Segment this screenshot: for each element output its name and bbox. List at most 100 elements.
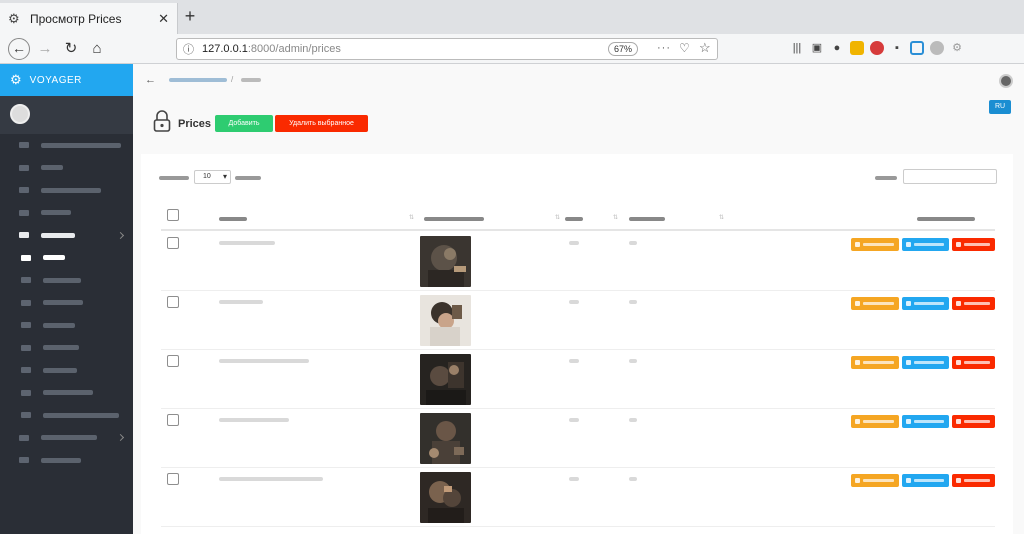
sidebar: ⚙ VOYAGER: [0, 64, 133, 534]
sidebar-toggle-icon[interactable]: ←: [145, 74, 156, 86]
row-checkbox[interactable]: [167, 355, 179, 367]
column-header-image[interactable]: [424, 216, 484, 223]
home-button[interactable]: ⌂: [86, 38, 108, 60]
sidebar-item-contacts[interactable]: [0, 359, 133, 382]
save-icon[interactable]: ▪: [890, 41, 904, 55]
extension-gear-icon[interactable]: ⚙: [950, 41, 964, 55]
column-header-show[interactable]: [629, 216, 665, 223]
back-button[interactable]: ←: [8, 38, 30, 60]
gallery-icon: [21, 344, 31, 351]
add-button[interactable]: Добавить: [215, 115, 273, 132]
sidebar-item-barbershop[interactable]: [0, 224, 133, 247]
row-checkbox[interactable]: [167, 237, 179, 249]
delete-button[interactable]: [952, 238, 995, 251]
trash-icon: [956, 301, 961, 306]
delete-button[interactable]: [952, 415, 995, 428]
sidebar-item-label: [41, 457, 81, 463]
account-icon[interactable]: ●: [830, 41, 844, 55]
voyager-logo-icon: ⚙: [10, 72, 22, 87]
row-checkbox[interactable]: [167, 473, 179, 485]
sidebar-item-users[interactable]: [0, 179, 133, 202]
delete-button[interactable]: [952, 356, 995, 369]
sidebar-item-telegram-settings[interactable]: [0, 404, 133, 427]
delete-selected-button[interactable]: Удалить выбранное: [275, 115, 368, 132]
reload-button[interactable]: ↻: [60, 38, 82, 60]
sidebar-menu: [0, 134, 133, 472]
breadcrumb-separator: /: [231, 75, 234, 84]
sidebar-item-categories[interactable]: [0, 292, 133, 315]
view-button[interactable]: [851, 474, 899, 487]
delete-button[interactable]: [952, 474, 995, 487]
sidebar-item-dashboard[interactable]: [0, 134, 133, 157]
sidebar-icon[interactable]: ▣: [810, 41, 824, 55]
sidebar-item-media[interactable]: [0, 202, 133, 225]
view-button[interactable]: [851, 356, 899, 369]
sidebar-item-settings[interactable]: [0, 449, 133, 472]
delete-button[interactable]: [952, 297, 995, 310]
sort-icon[interactable]: ⇅: [409, 214, 414, 221]
close-tab-icon[interactable]: ✕: [158, 11, 169, 27]
price-image: [420, 472, 471, 523]
browser-tab-bar: ⚙ Просмотр Prices ✕ +: [0, 0, 1024, 34]
price-image: [420, 354, 471, 405]
edit-button[interactable]: [902, 415, 949, 428]
cell-show: [629, 359, 637, 363]
delete-button-label: [964, 243, 990, 246]
table-row: [161, 468, 995, 527]
address-bar[interactable]: ⓘ 127.0.0.1 :8000/admin/prices 67% ··· ♡…: [176, 38, 718, 60]
edit-button[interactable]: [902, 474, 949, 487]
select-all-checkbox[interactable]: [167, 209, 179, 221]
zoom-level[interactable]: 67%: [608, 42, 639, 56]
contacts-icon: [21, 367, 31, 374]
view-button[interactable]: [851, 238, 899, 251]
sidebar-item-schedule[interactable]: [0, 382, 133, 405]
telegram-settings-icon: [21, 412, 31, 419]
tools-icon: [19, 434, 29, 441]
extension-stop-icon[interactable]: [870, 41, 884, 55]
extension-circle-icon[interactable]: [930, 41, 944, 55]
sort-icon[interactable]: ⇅: [613, 214, 618, 221]
view-button[interactable]: [851, 415, 899, 428]
price-image: [420, 236, 471, 287]
search-input[interactable]: [903, 169, 997, 184]
sidebar-item-label: [43, 300, 83, 306]
browser-tab[interactable]: ⚙ Просмотр Prices ✕: [0, 3, 178, 34]
forward-button[interactable]: →: [34, 38, 56, 60]
sidebar-item-gallery[interactable]: [0, 337, 133, 360]
extension-flag-icon[interactable]: [850, 41, 864, 55]
edit-icon: [906, 478, 911, 483]
edit-button[interactable]: [902, 297, 949, 310]
sidebar-item-barbers[interactable]: [0, 269, 133, 292]
sidebar-brand[interactable]: ⚙ VOYAGER: [0, 64, 133, 96]
row-checkbox[interactable]: [167, 296, 179, 308]
cell-price: [569, 418, 579, 422]
edit-button[interactable]: [902, 356, 949, 369]
user-avatar[interactable]: [999, 74, 1013, 88]
new-tab-button[interactable]: +: [180, 6, 200, 27]
edit-button[interactable]: [902, 238, 949, 251]
row-checkbox[interactable]: [167, 414, 179, 426]
column-header-name[interactable]: [219, 216, 247, 223]
language-button[interactable]: RU: [989, 100, 1011, 114]
breadcrumb-dashboard[interactable]: [169, 78, 227, 82]
column-header-price[interactable]: [565, 216, 583, 223]
bookmark-star-icon[interactable]: ☆: [699, 40, 711, 56]
sort-icon[interactable]: ⇅: [555, 214, 560, 221]
extension-square-icon[interactable]: [910, 41, 924, 55]
edit-button-label: [914, 361, 944, 364]
page-actions-icon[interactable]: ···: [657, 42, 671, 54]
view-button[interactable]: [851, 297, 899, 310]
users-icon: [19, 187, 29, 194]
library-icon[interactable]: |||: [790, 41, 804, 55]
sidebar-user[interactable]: [0, 96, 133, 134]
sidebar-item-label: [41, 210, 71, 216]
table-row: [161, 232, 995, 291]
sort-icon[interactable]: ⇅: [719, 214, 724, 221]
pocket-icon[interactable]: ♡: [679, 41, 690, 55]
entries-per-page-select[interactable]: 10: [194, 170, 231, 184]
entries-per-page-value: 10: [203, 173, 211, 180]
sidebar-item-tools[interactable]: [0, 427, 133, 450]
sidebar-item-services[interactable]: [0, 314, 133, 337]
sidebar-item-prices[interactable]: [0, 247, 133, 270]
sidebar-item-roles[interactable]: [0, 157, 133, 180]
